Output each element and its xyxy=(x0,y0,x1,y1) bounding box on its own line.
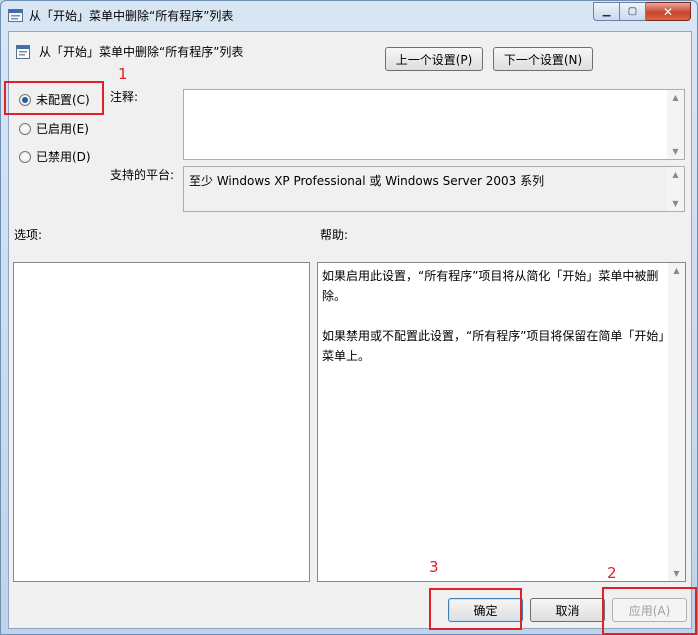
minimize-icon: ▁ xyxy=(602,6,611,17)
policy-setting-icon xyxy=(8,9,23,22)
comment-label: 注释: xyxy=(110,90,139,104)
options-pane xyxy=(13,262,310,582)
help-section-label: 帮助: xyxy=(320,228,349,242)
close-button[interactable]: ✕ xyxy=(646,2,691,21)
radio-label: 已禁用(D) xyxy=(36,150,91,164)
annotation-box-apply xyxy=(602,587,697,635)
dialog-client-area: 从「开始」菜单中删除“所有程序”列表 上一个设置(P) 下一个设置(N) 未配置… xyxy=(8,31,692,629)
next-setting-label: 下一个设置(N) xyxy=(503,52,583,67)
close-icon: ✕ xyxy=(662,4,674,19)
options-section-label: 选项: xyxy=(14,228,43,242)
help-scrollbar[interactable]: ▲ ▼ xyxy=(668,263,685,581)
maximize-icon: ▢ xyxy=(627,6,638,17)
window-title: 从「开始」菜单中删除“所有程序”列表 xyxy=(29,9,234,23)
policy-document-icon xyxy=(16,45,30,59)
radio-disabled[interactable]: 已禁用(D) xyxy=(19,148,91,165)
policy-title: 从「开始」菜单中删除“所有程序”列表 xyxy=(39,45,244,59)
help-pane: 如果启用此设置，“所有程序”项目将从简化「开始」菜单中被删除。 如果禁用或不配置… xyxy=(317,262,686,582)
previous-setting-label: 上一个设置(P) xyxy=(395,52,473,67)
platform-label: 支持的平台: xyxy=(110,168,175,182)
help-paragraph: 如果启用此设置，“所有程序”项目将从简化「开始」菜单中被删除。 xyxy=(322,269,659,303)
policy-dialog-window: 从「开始」菜单中删除“所有程序”列表 ▁ ▢ ✕ 从「开始」菜单中删除“所有程序… xyxy=(0,0,698,635)
annotation-box-ok xyxy=(429,588,522,630)
radio-button[interactable] xyxy=(19,150,31,163)
scroll-down-icon[interactable]: ▼ xyxy=(668,566,685,581)
help-paragraph: 如果禁用或不配置此设置，“所有程序”项目将保留在简单「开始」菜单上。 xyxy=(322,329,665,363)
annotation-box-not-configured xyxy=(4,81,104,115)
scroll-down-icon[interactable]: ▼ xyxy=(667,196,684,211)
radio-enabled[interactable]: 已启用(E) xyxy=(19,120,89,137)
platform-value: 至少 Windows XP Professional 或 Windows Ser… xyxy=(189,174,545,188)
comment-textbox[interactable]: ▲ ▼ xyxy=(183,89,685,160)
scroll-up-icon[interactable]: ▲ xyxy=(667,167,684,182)
annotation-number-3: 3 xyxy=(429,558,439,576)
help-text: 如果启用此设置，“所有程序”项目将从简化「开始」菜单中被删除。 如果禁用或不配置… xyxy=(322,266,665,386)
caption-buttons: ▁ ▢ ✕ xyxy=(593,2,691,22)
title-bar[interactable]: 从「开始」菜单中删除“所有程序”列表 ▁ ▢ ✕ xyxy=(1,1,697,31)
next-setting-button[interactable]: 下一个设置(N) xyxy=(493,47,593,71)
scroll-down-icon[interactable]: ▼ xyxy=(667,144,684,159)
scroll-up-icon[interactable]: ▲ xyxy=(667,90,684,105)
radio-button[interactable] xyxy=(19,122,31,135)
minimize-button[interactable]: ▁ xyxy=(593,2,620,21)
annotation-number-1: 1 xyxy=(118,65,128,83)
platform-textbox: 至少 Windows XP Professional 或 Windows Ser… xyxy=(183,166,685,212)
annotation-number-2: 2 xyxy=(607,564,617,582)
maximize-button[interactable]: ▢ xyxy=(620,2,646,21)
previous-setting-button[interactable]: 上一个设置(P) xyxy=(385,47,483,71)
comment-scrollbar[interactable]: ▲ ▼ xyxy=(667,90,684,159)
cancel-button[interactable]: 取消 xyxy=(530,598,605,622)
scroll-up-icon[interactable]: ▲ xyxy=(668,263,685,278)
platform-scrollbar[interactable]: ▲ ▼ xyxy=(667,167,684,211)
radio-label: 已启用(E) xyxy=(36,122,89,136)
cancel-label: 取消 xyxy=(555,603,580,618)
